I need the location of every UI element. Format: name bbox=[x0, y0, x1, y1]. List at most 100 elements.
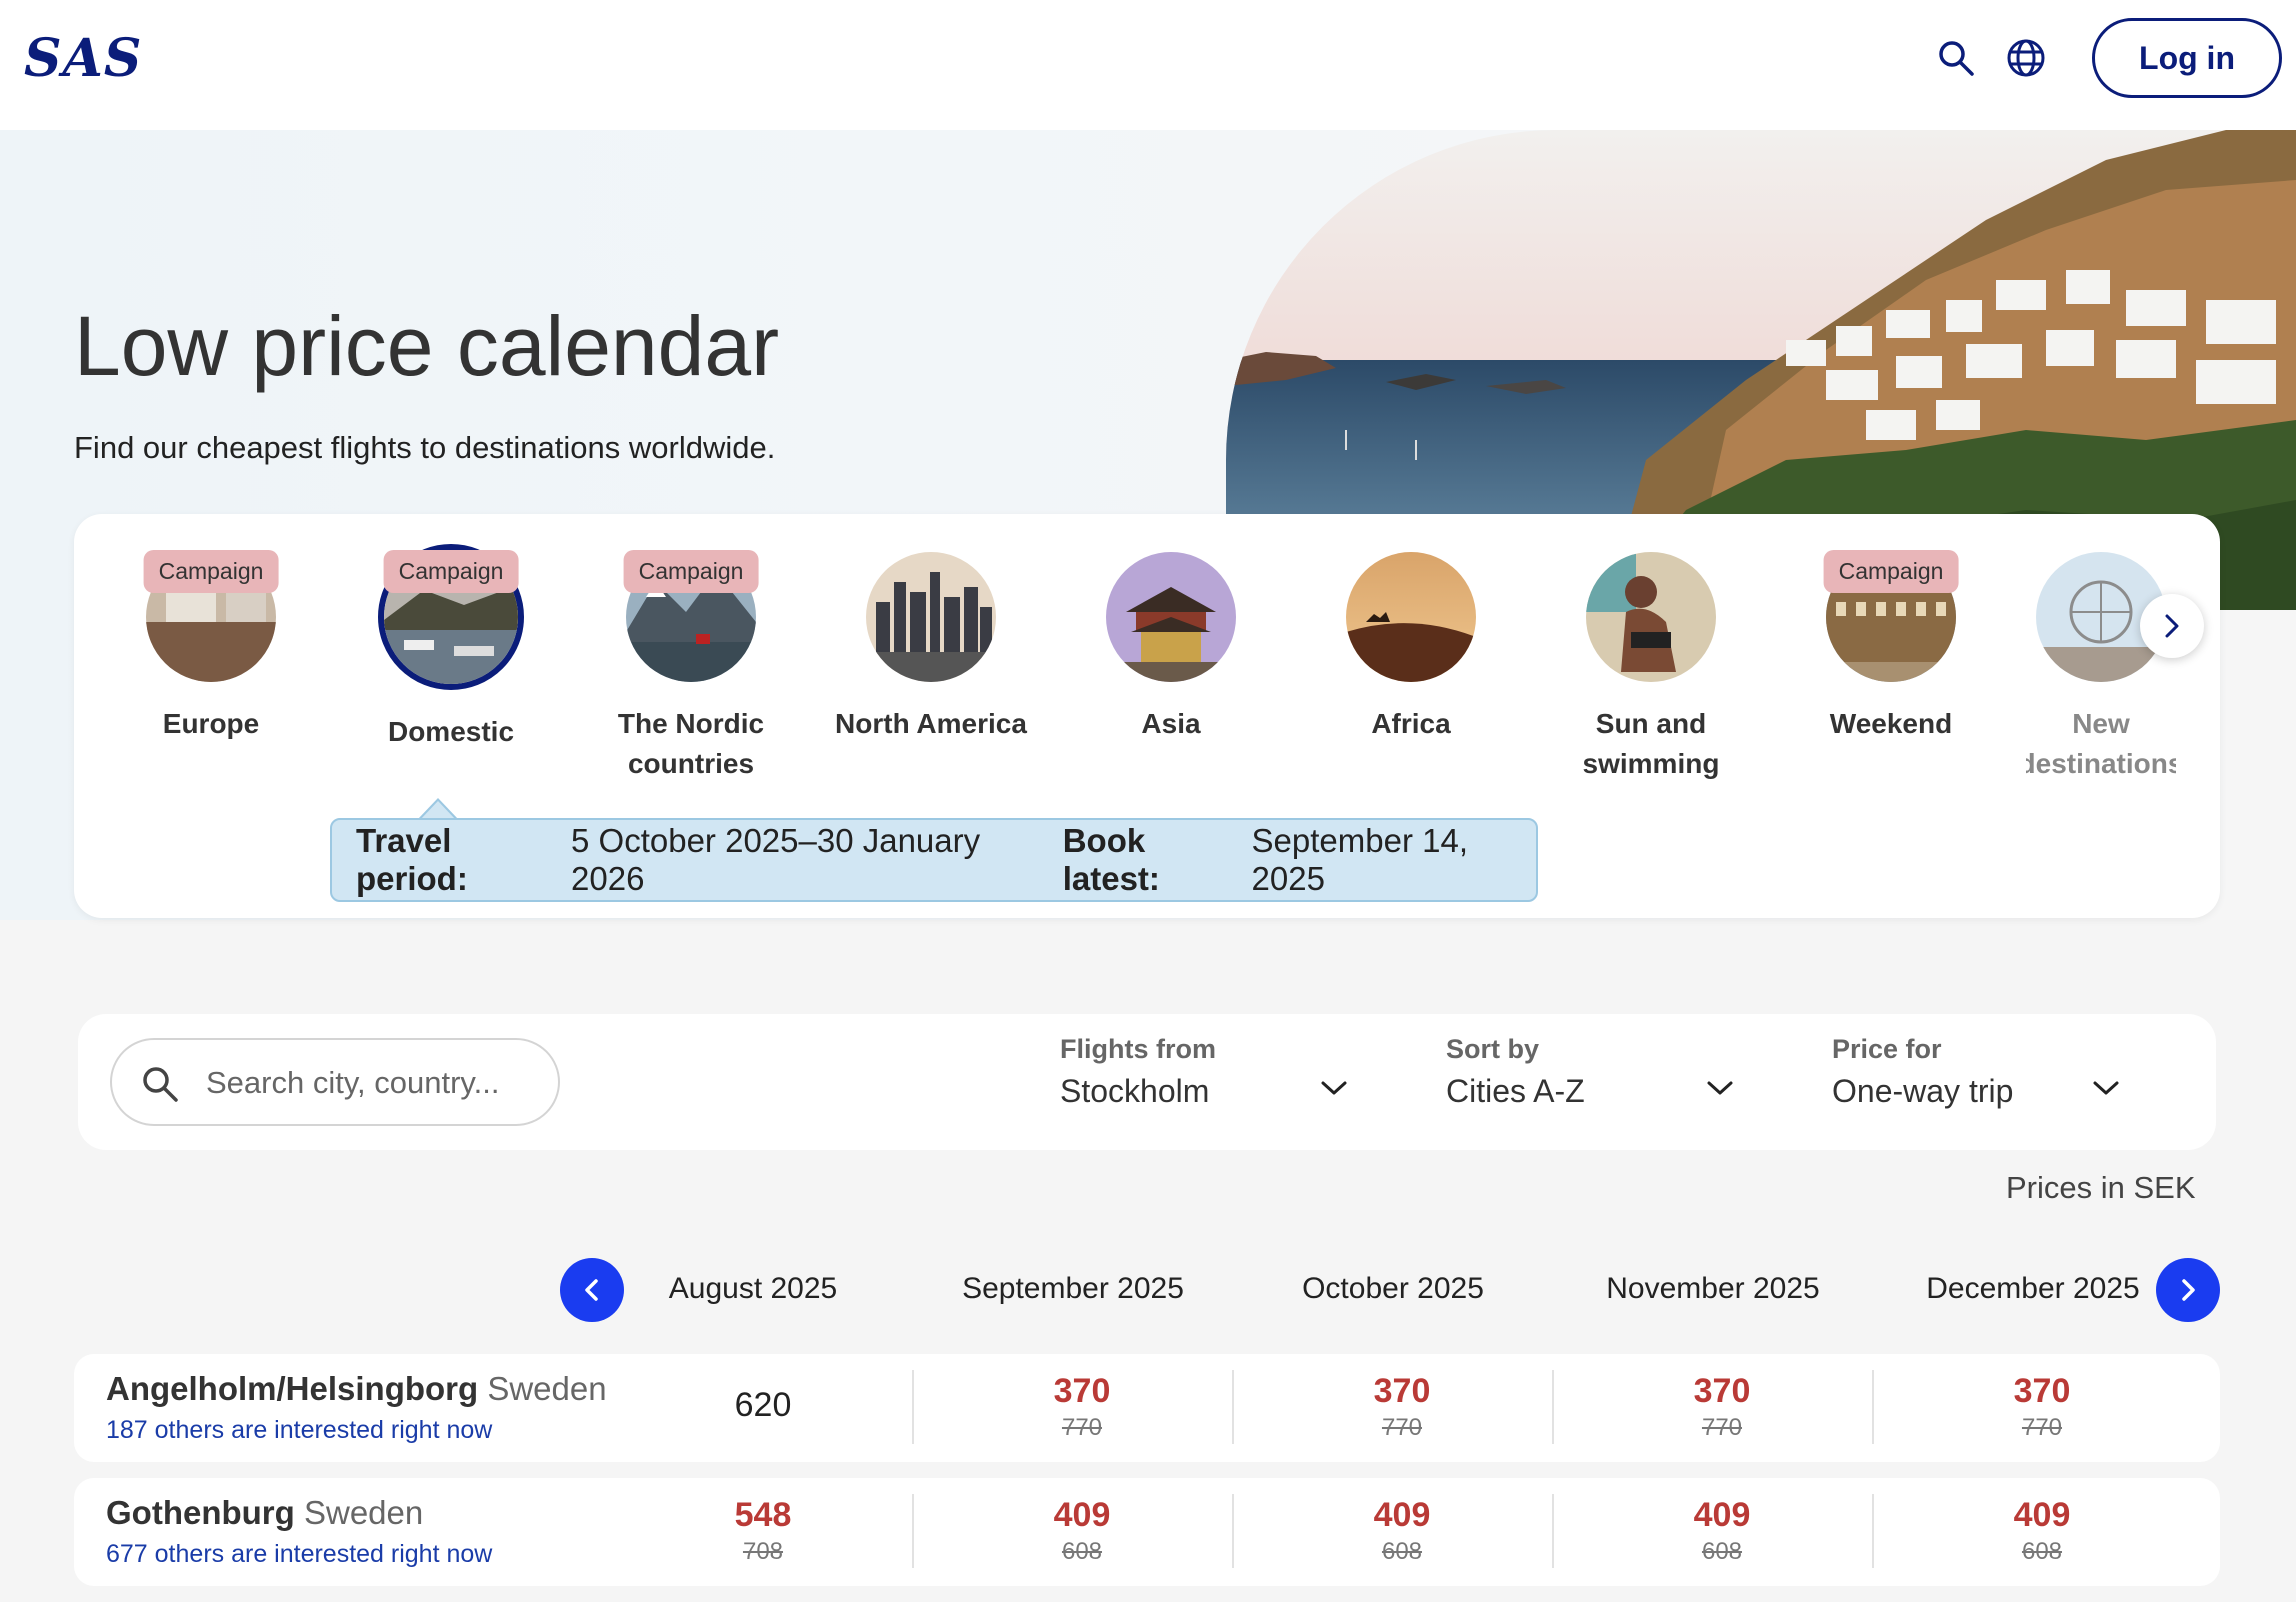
campaign-badge: Campaign bbox=[1823, 550, 1959, 593]
currency-note: Prices in SEK bbox=[2006, 1170, 2196, 1205]
category-image bbox=[1346, 552, 1476, 682]
campaign-price: 409 bbox=[2013, 1496, 2071, 1534]
price-cell[interactable]: 409 608 bbox=[1232, 1478, 1552, 1586]
country-name: Sweden bbox=[303, 1494, 424, 1531]
category-europe[interactable]: Campaign Europe bbox=[106, 550, 316, 744]
price-cell[interactable]: 548 708 bbox=[603, 1478, 923, 1586]
category-image bbox=[1106, 552, 1236, 682]
category-label: Asia bbox=[1141, 708, 1201, 739]
globe-icon[interactable] bbox=[2006, 38, 2046, 78]
price-cell[interactable]: 620 bbox=[603, 1354, 923, 1462]
site-header: SAS Log in bbox=[0, 0, 2296, 130]
category-label: Weekend bbox=[1829, 708, 1953, 739]
dropdown-label: Flights from bbox=[1060, 1034, 1216, 1064]
price-cell[interactable]: 409 608 bbox=[1872, 1478, 2192, 1586]
destination-name: Angelholm/Helsingborg Sweden bbox=[106, 1370, 607, 1408]
month-header: November 2025 bbox=[1606, 1272, 1820, 1305]
campaign-price: 370 bbox=[2013, 1372, 2071, 1410]
campaign-price: 409 bbox=[1053, 1496, 1111, 1534]
month-header: December 2025 bbox=[1926, 1272, 2140, 1305]
category-label: North America bbox=[835, 708, 1027, 739]
destination-name: Gothenburg Sweden bbox=[106, 1494, 423, 1532]
campaign-price: 409 bbox=[1373, 1496, 1431, 1534]
price-cell[interactable]: 370 770 bbox=[912, 1354, 1232, 1462]
dropdown-value: One-way trip bbox=[1832, 1073, 2014, 1109]
chevron-down-icon bbox=[1707, 1081, 1733, 1095]
interest-count: 187 others are interested right now bbox=[106, 1416, 493, 1444]
chevron-right-icon bbox=[2182, 1279, 2195, 1301]
travel-period-value: 5 October 2025–30 January 2026 bbox=[571, 822, 981, 897]
category-domestic[interactable]: Campaign Domestic bbox=[346, 544, 556, 752]
month-header: August 2025 bbox=[668, 1272, 838, 1305]
original-price: 770 bbox=[1061, 1414, 1103, 1441]
price-cell[interactable]: 370 770 bbox=[1232, 1354, 1552, 1462]
category-africa[interactable]: Africa bbox=[1306, 552, 1516, 744]
original-price: 770 bbox=[1701, 1414, 1743, 1441]
original-price: 608 bbox=[1381, 1538, 1423, 1565]
book-latest-value: September 14, 2025 bbox=[1251, 822, 1469, 897]
dropdown-label: Price for bbox=[1832, 1034, 1942, 1064]
price-cell[interactable]: 370 770 bbox=[1552, 1354, 1872, 1462]
chevron-down-icon bbox=[2093, 1081, 2119, 1095]
search-field[interactable] bbox=[110, 1038, 560, 1126]
campaign-price: 370 bbox=[1693, 1372, 1751, 1410]
original-price: 770 bbox=[2021, 1414, 2063, 1441]
sort-by-dropdown[interactable]: Sort by Cities A-Z bbox=[1446, 1034, 1746, 1130]
page-title: Low price calendar bbox=[74, 299, 780, 393]
search-input[interactable] bbox=[206, 1058, 536, 1108]
category-new-destinations[interactable]: New destinations bbox=[2026, 552, 2176, 784]
chevron-right-icon bbox=[2165, 614, 2179, 638]
price-cell[interactable]: 409 608 bbox=[1552, 1478, 1872, 1586]
original-price: 708 bbox=[742, 1538, 784, 1565]
city-name: Gothenburg bbox=[106, 1494, 295, 1531]
original-price: 608 bbox=[2021, 1538, 2063, 1565]
country-name: Sweden bbox=[487, 1370, 607, 1407]
price-cell[interactable]: 370 770 bbox=[1872, 1354, 2192, 1462]
campaign-price: 548 bbox=[734, 1496, 792, 1534]
price: 620 bbox=[734, 1386, 792, 1424]
interest-count: 677 others are interested right now bbox=[106, 1540, 493, 1568]
category-label: Africa bbox=[1371, 708, 1451, 739]
destination-row[interactable]: Angelholm/Helsingborg Sweden 187 others … bbox=[74, 1354, 2220, 1462]
category-image bbox=[1586, 552, 1716, 682]
month-header: October 2025 bbox=[1302, 1272, 1484, 1305]
campaign-price: 370 bbox=[1053, 1372, 1111, 1410]
page-subtitle: Find our cheapest flights to destination… bbox=[74, 430, 776, 465]
filter-bar: Flights from Stockholm Sort by Cities A-… bbox=[78, 1014, 2216, 1150]
search-icon bbox=[143, 1067, 178, 1102]
category-label: Europe bbox=[162, 708, 260, 739]
campaign-price: 409 bbox=[1693, 1496, 1751, 1534]
dropdown-value: Stockholm bbox=[1060, 1073, 1210, 1109]
category-asia[interactable]: Asia bbox=[1066, 552, 1276, 744]
book-latest-label: Book latest: bbox=[1062, 822, 1160, 897]
destination-row[interactable]: Gothenburg Sweden 677 others are interes… bbox=[74, 1478, 2220, 1586]
price-for-dropdown[interactable]: Price for One-way trip bbox=[1832, 1034, 2132, 1130]
category-sun-and-swimming[interactable]: Sun and swimming bbox=[1546, 552, 1756, 784]
login-button[interactable]: Log in bbox=[2092, 18, 2282, 98]
category-label: The Nordic countries bbox=[617, 708, 765, 779]
category-label: Sun and swimming bbox=[1582, 708, 1720, 779]
campaign-badge: Campaign bbox=[143, 550, 279, 593]
carousel-next-button[interactable] bbox=[2140, 594, 2204, 658]
chevron-down-icon bbox=[1321, 1081, 1347, 1095]
month-header: September 2025 bbox=[962, 1272, 1184, 1305]
price-cell[interactable]: 409 608 bbox=[912, 1478, 1232, 1586]
category-weekend[interactable]: Campaign Weekend bbox=[1786, 550, 1996, 744]
city-name: Angelholm/Helsingborg bbox=[106, 1370, 479, 1407]
campaign-badge: Campaign bbox=[383, 550, 519, 593]
campaign-price: 370 bbox=[1373, 1372, 1431, 1410]
flights-from-dropdown[interactable]: Flights from Stockholm bbox=[1060, 1034, 1360, 1130]
category-label: Domestic bbox=[387, 716, 515, 747]
campaign-info-box: Travel period: 5 October 2025–30 January… bbox=[330, 818, 1538, 902]
search-icon[interactable] bbox=[1936, 38, 1976, 78]
category-nordic-countries[interactable]: Campaign The Nordic countries bbox=[586, 550, 796, 784]
info-pointer bbox=[418, 798, 458, 820]
next-month-button[interactable] bbox=[2156, 1258, 2220, 1322]
category-north-america[interactable]: North America bbox=[826, 552, 1036, 744]
original-price: 608 bbox=[1701, 1538, 1743, 1565]
original-price: 770 bbox=[1381, 1414, 1423, 1441]
dropdown-value: Cities A-Z bbox=[1446, 1073, 1585, 1109]
category-image bbox=[866, 552, 996, 682]
sas-logo[interactable]: SAS bbox=[24, 28, 142, 89]
original-price: 608 bbox=[1061, 1538, 1103, 1565]
